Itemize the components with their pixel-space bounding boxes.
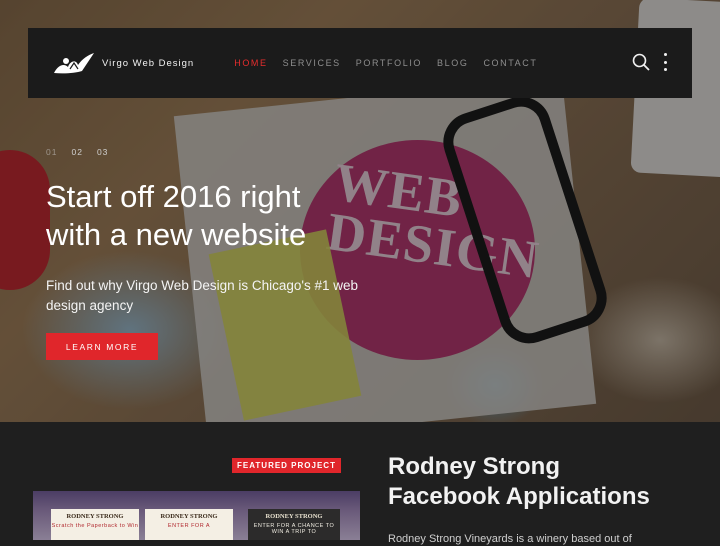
project-description: Rodney Strong Vineyards is a winery base… (388, 533, 632, 545)
slide-1-link[interactable]: 01 (46, 147, 57, 157)
project-title-line2: Facebook Applications (388, 483, 650, 510)
hero-title-line1: Start off 2016 right (46, 179, 301, 214)
slider-pagination: 01 02 03 (46, 147, 122, 157)
logo-text: Virgo Web Design (102, 57, 195, 69)
project-title-line1: Rodney Strong (388, 453, 560, 480)
featured-project-section: FEATURED PROJECT RODNEY STRONG Scratch t… (0, 422, 720, 545)
learn-more-button[interactable]: LEARN MORE (46, 333, 158, 360)
search-icon[interactable] (632, 53, 650, 71)
hero-title: Start off 2016 right with a new website (46, 178, 406, 254)
project-card-1-line: Scratch the Paperback to Win (51, 523, 139, 529)
nav-tools (632, 53, 668, 71)
project-card-3: RODNEY STRONG ENTER FOR A CHANCE TO WIN … (248, 509, 340, 540)
project-card-1-brand: RODNEY STRONG (66, 513, 124, 520)
project-card-2: RODNEY STRONG ENTER FOR A (145, 509, 233, 540)
featured-project-badge: FEATURED PROJECT (232, 458, 341, 473)
nav-home[interactable]: HOME (234, 58, 267, 68)
nav-blog[interactable]: BLOG (437, 58, 468, 68)
slide-3-link[interactable]: 03 (97, 147, 108, 157)
project-card-2-line: ENTER FOR A (167, 523, 211, 529)
top-navbar: Virgo Web Design HOME SERVICES PORTFOLIO… (28, 28, 692, 98)
project-card-2-brand: RODNEY STRONG (160, 513, 218, 520)
project-card-3-brand: RODNEY STRONG (265, 513, 323, 520)
menu-dots-icon[interactable] (662, 53, 668, 71)
logo[interactable]: Virgo Web Design (52, 51, 194, 75)
slide-2-link[interactable]: 02 (71, 147, 82, 157)
main-nav: HOME SERVICES PORTFOLIO BLOG CONTACT (234, 58, 552, 68)
hero-subtitle: Find out why Virgo Web Design is Chicago… (46, 278, 358, 313)
nav-contact[interactable]: CONTACT (483, 58, 537, 68)
hero-title-line2: with a new website (46, 217, 307, 252)
nav-services[interactable]: SERVICES (283, 58, 341, 68)
nav-portfolio[interactable]: PORTFOLIO (356, 58, 422, 68)
project-title[interactable]: Rodney Strong Facebook Applications (388, 452, 688, 512)
featured-project-image[interactable]: RODNEY STRONG Scratch the Paperback to W… (33, 491, 360, 540)
virgo-logo-icon (52, 51, 96, 75)
project-card-3-line: ENTER FOR A CHANCE TO WIN A TRIP TO (253, 523, 335, 535)
project-card-1: RODNEY STRONG Scratch the Paperback to W… (51, 509, 139, 540)
